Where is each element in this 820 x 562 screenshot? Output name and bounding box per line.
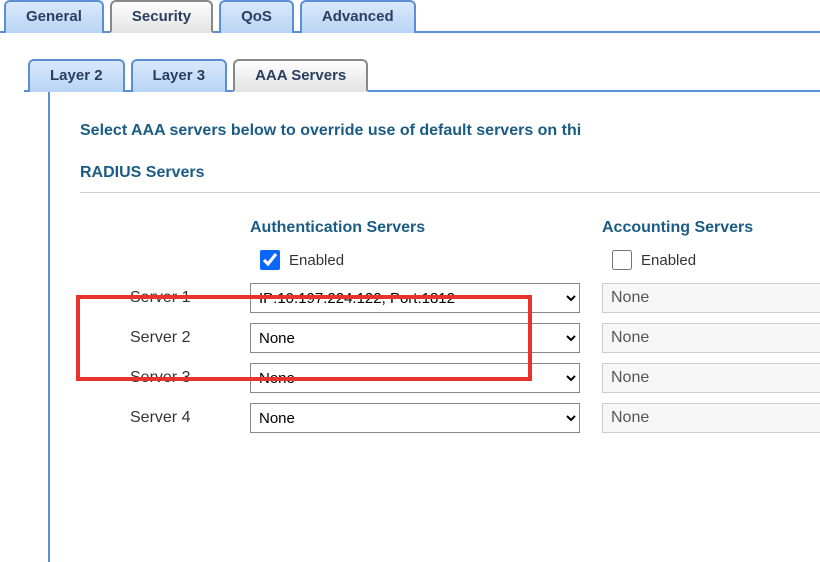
server3-label: Server 3 (130, 369, 240, 387)
content-panel: Select AAA servers below to override use… (48, 92, 820, 562)
server1-label: Server 1 (130, 289, 240, 307)
sub-tab-bar: Layer 2 Layer 3 AAA Servers (24, 59, 820, 92)
tab-layer3[interactable]: Layer 3 (131, 59, 228, 92)
tab-aaa-servers[interactable]: AAA Servers (233, 59, 368, 92)
server4-acct-value[interactable]: None (602, 403, 820, 433)
server1-auth-select[interactable]: IP:10.197.224.122, Port:1812 (250, 283, 580, 313)
tab-security[interactable]: Security (110, 0, 213, 33)
acct-enabled-checkbox[interactable] (612, 250, 632, 270)
tab-layer2[interactable]: Layer 2 (28, 59, 125, 92)
server2-label: Server 2 (130, 329, 240, 347)
acct-servers-header: Accounting Servers (602, 219, 820, 237)
acct-enabled-label: Enabled (641, 252, 696, 269)
tab-advanced[interactable]: Advanced (300, 0, 416, 33)
top-tab-bar: General Security QoS Advanced (0, 0, 820, 33)
auth-servers-header: Authentication Servers (250, 219, 592, 237)
server2-auth-select[interactable]: None (250, 323, 580, 353)
server3-auth-select[interactable]: None (250, 363, 580, 393)
divider (80, 192, 820, 193)
server1-acct-value[interactable]: None (602, 283, 820, 313)
radius-section-title: RADIUS Servers (80, 164, 820, 182)
auth-enabled-checkbox[interactable] (260, 250, 280, 270)
server3-acct-value[interactable]: None (602, 363, 820, 393)
server4-auth-select[interactable]: None (250, 403, 580, 433)
auth-enabled-label: Enabled (289, 252, 344, 269)
server4-label: Server 4 (130, 409, 240, 427)
tab-qos[interactable]: QoS (219, 0, 294, 33)
tab-general[interactable]: General (4, 0, 104, 33)
instruction-text: Select AAA servers below to override use… (80, 122, 820, 140)
server2-acct-value[interactable]: None (602, 323, 820, 353)
